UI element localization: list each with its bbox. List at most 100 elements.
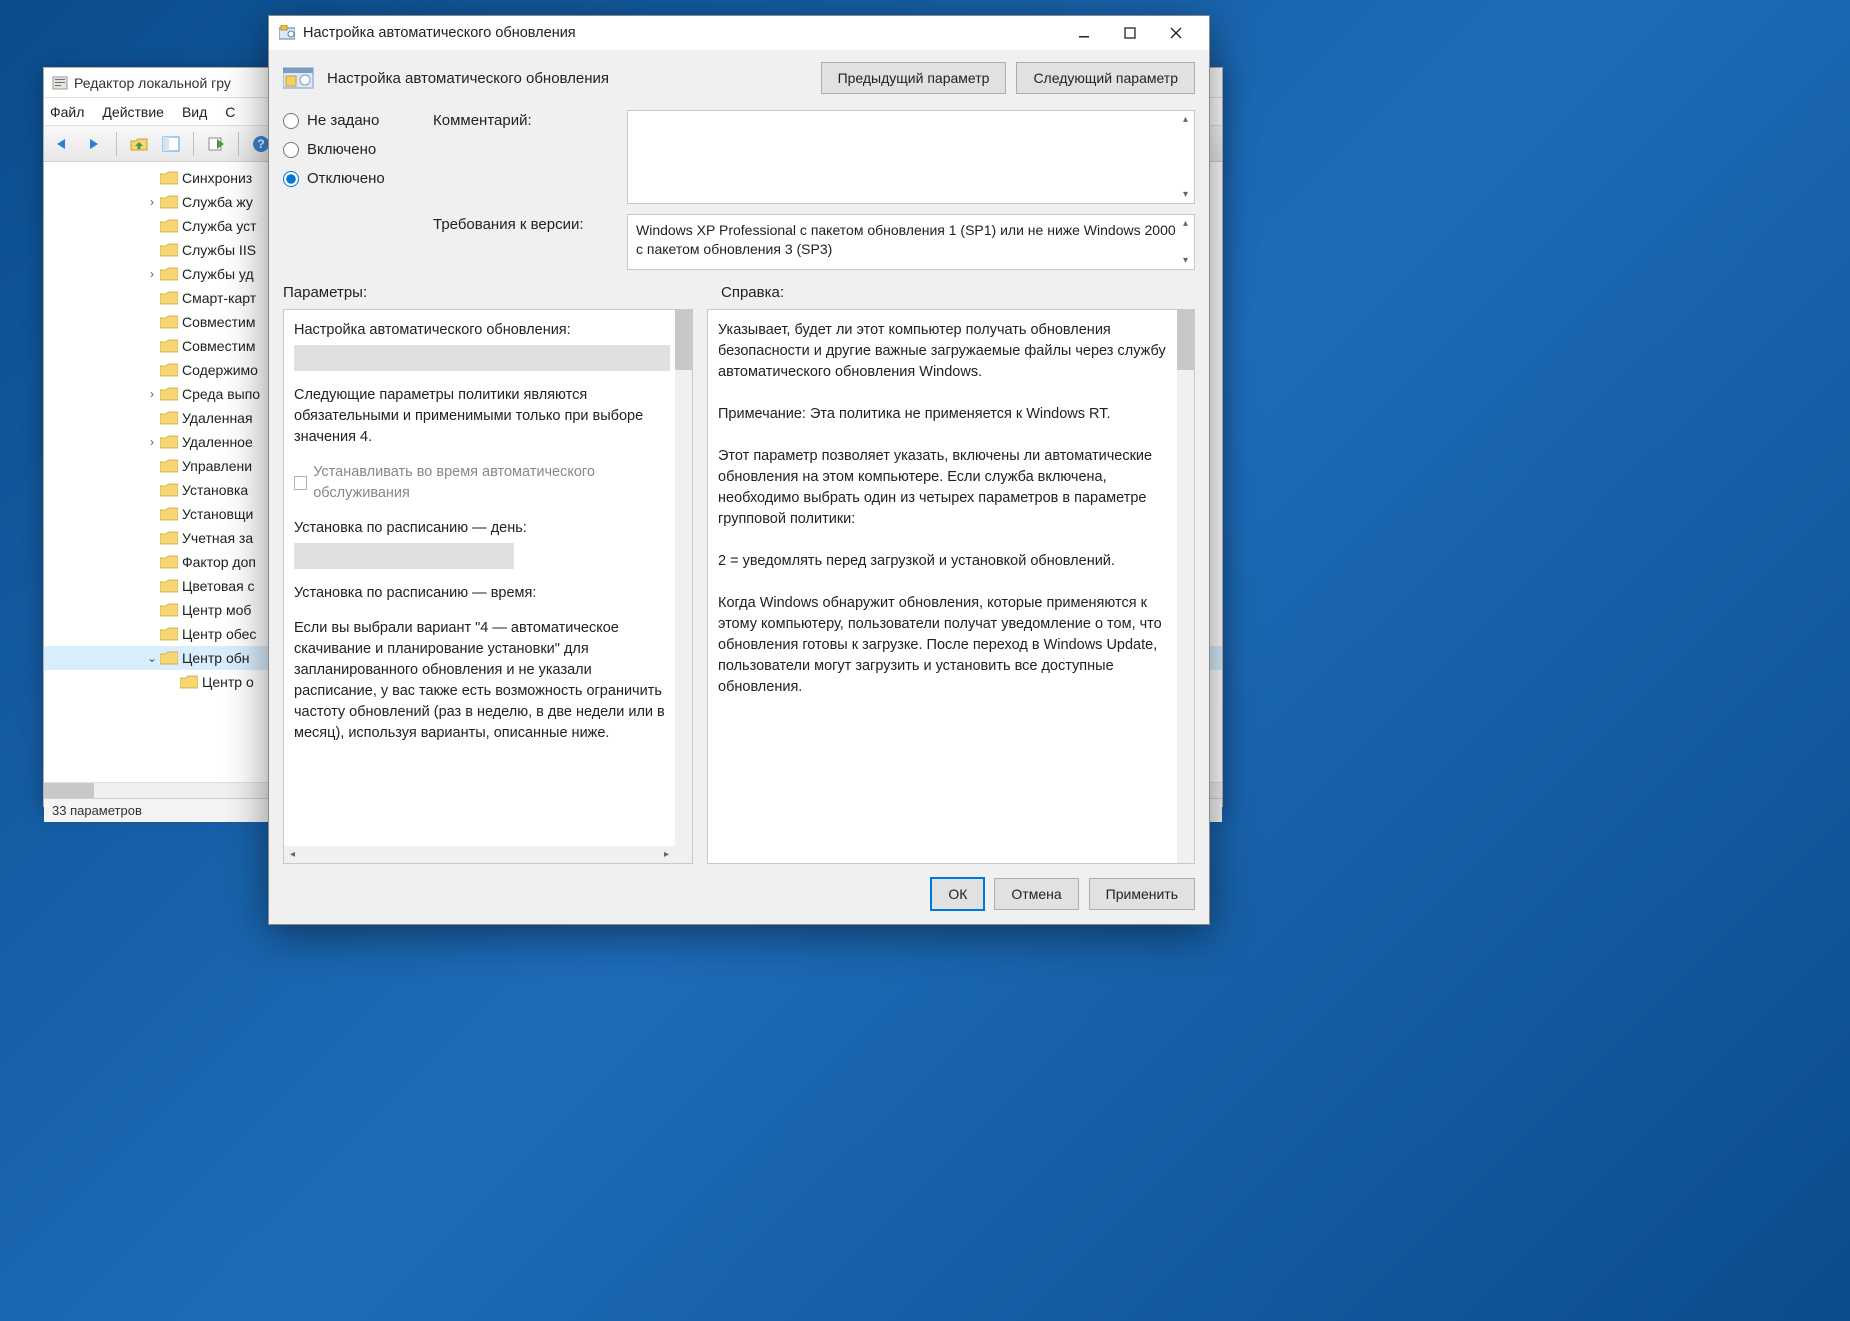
- tree-item-label: Центр обн: [182, 650, 250, 666]
- scroll-up-icon[interactable]: ▴: [1177, 215, 1194, 232]
- panes: Настройка автоматического обновления: Сл…: [269, 301, 1209, 864]
- tree-item-label: Синхрониз: [182, 170, 252, 186]
- tree-item-label: Центр обес: [182, 626, 256, 642]
- radio-not-configured[interactable]: Не задано: [283, 112, 413, 129]
- folder-icon: [160, 171, 178, 185]
- folder-icon: [160, 579, 178, 593]
- tree-item-label: Фактор доп: [182, 554, 256, 570]
- menu-action[interactable]: Действие: [102, 104, 164, 120]
- tree-item-label: Совместим: [182, 314, 255, 330]
- opt-maintenance-checkbox[interactable]: Устанавливать во время автоматического о…: [294, 462, 670, 504]
- scroll-down-icon[interactable]: ▾: [1177, 186, 1194, 203]
- folder-icon: [160, 267, 178, 281]
- checkbox-icon: [294, 476, 307, 490]
- options-content: Настройка автоматического обновления: Сл…: [284, 310, 692, 863]
- prev-setting-button[interactable]: Предыдущий параметр: [821, 62, 1007, 94]
- radio-disabled[interactable]: Отключено: [283, 170, 413, 187]
- folder-icon: [160, 363, 178, 377]
- header-policy-icon: [283, 66, 315, 90]
- menu-file[interactable]: Файл: [50, 104, 84, 120]
- tree-item-label: Цветовая с: [182, 578, 255, 594]
- state-radios: Не задано Включено Отключено: [283, 110, 413, 270]
- requirements-text: Windows XP Professional с пакетом обновл…: [636, 222, 1176, 257]
- options-h-scrollbar[interactable]: ◂ ▸: [284, 846, 675, 863]
- opt-note: Следующие параметры политики являются об…: [294, 385, 670, 448]
- help-p: Примечание: Эта политика не применяется …: [718, 404, 1172, 425]
- opt-configure-select[interactable]: [294, 345, 670, 371]
- tree-item-label: Совместим: [182, 338, 255, 354]
- tree-item-label: Установка: [182, 482, 248, 498]
- expand-icon[interactable]: ⌄: [144, 651, 160, 665]
- scroll-down-icon[interactable]: ▾: [1177, 252, 1194, 269]
- svg-text:?: ?: [257, 137, 264, 151]
- tree-item-label: Служба уст: [182, 218, 257, 234]
- comment-label: Комментарий:: [433, 110, 613, 129]
- folder-icon: [160, 387, 178, 401]
- options-v-scrollbar[interactable]: [675, 310, 692, 846]
- folder-icon: [160, 627, 178, 641]
- comment-field[interactable]: ▴ ▾: [627, 110, 1195, 204]
- tree-item-label: Службы уд: [182, 266, 254, 282]
- tree-item-label: Установщи: [182, 506, 253, 522]
- maximize-icon[interactable]: [1107, 18, 1153, 48]
- folder-icon: [160, 531, 178, 545]
- folder-icon: [180, 675, 198, 689]
- next-setting-button[interactable]: Следующий параметр: [1016, 62, 1195, 94]
- folder-icon: [160, 555, 178, 569]
- gpedit-title: Редактор локальной гру: [74, 75, 231, 91]
- help-p: Этот параметр позволяет указать, включен…: [718, 446, 1172, 530]
- menu-view[interactable]: Вид: [182, 104, 207, 120]
- help-content: Указывает, будет ли этот компьютер получ…: [708, 310, 1194, 863]
- expand-icon[interactable]: ›: [144, 267, 160, 281]
- policy-icon: [279, 25, 295, 41]
- header-title: Настройка автоматического обновления: [327, 70, 609, 87]
- tree-item-label: Удаленная: [182, 410, 253, 426]
- cancel-button[interactable]: Отмена: [994, 878, 1078, 910]
- folder-icon: [160, 435, 178, 449]
- ok-button[interactable]: ОК: [931, 878, 984, 910]
- dialog-header: Настройка автоматического обновления Пре…: [269, 50, 1209, 106]
- close-icon[interactable]: [1153, 18, 1199, 48]
- pane-labels: Параметры: Справка:: [269, 284, 1209, 301]
- gpedit-icon: [52, 75, 68, 91]
- nav-back-icon[interactable]: [48, 130, 76, 158]
- scroll-left-icon[interactable]: ◂: [284, 849, 301, 860]
- help-v-scrollbar[interactable]: [1177, 310, 1194, 863]
- opt-time-label: Установка по расписанию — время:: [294, 583, 670, 604]
- opt-tail-text: Если вы выбрали вариант "4 — автоматичес…: [294, 618, 670, 744]
- folder-icon: [160, 243, 178, 257]
- help-p: Когда Windows обнаружит обновления, кото…: [718, 593, 1172, 698]
- menu-help[interactable]: С: [225, 104, 235, 120]
- minimize-icon[interactable]: [1061, 18, 1107, 48]
- export-list-icon[interactable]: [202, 130, 230, 158]
- dialog-footer: ОК Отмена Применить: [269, 864, 1209, 924]
- tree-item-label: Центр о: [202, 674, 254, 690]
- expand-icon[interactable]: ›: [144, 387, 160, 401]
- policy-dialog: Настройка автоматического обновления Нас…: [268, 15, 1210, 925]
- folder-icon: [160, 339, 178, 353]
- tree-item-label: Центр моб: [182, 602, 251, 618]
- status-text: 33 параметров: [52, 803, 142, 818]
- opt-configure-label: Настройка автоматического обновления:: [294, 320, 670, 341]
- expand-icon[interactable]: ›: [144, 435, 160, 449]
- folder-icon: [160, 483, 178, 497]
- nav-forward-icon[interactable]: [80, 130, 108, 158]
- folder-icon: [160, 459, 178, 473]
- expand-icon[interactable]: ›: [144, 195, 160, 209]
- show-tree-icon[interactable]: [157, 130, 185, 158]
- scroll-up-icon[interactable]: ▴: [1177, 111, 1194, 128]
- tree-item-label: Учетная за: [182, 530, 253, 546]
- help-p: Указывает, будет ли этот компьютер получ…: [718, 320, 1172, 383]
- folder-up-icon[interactable]: [125, 130, 153, 158]
- requirements-field: Windows XP Professional с пакетом обновл…: [627, 214, 1195, 270]
- radio-enabled[interactable]: Включено: [283, 141, 413, 158]
- tree-item-label: Среда выпо: [182, 386, 260, 402]
- options-label: Параметры:: [283, 284, 693, 301]
- opt-day-label: Установка по расписанию — день:: [294, 518, 670, 539]
- help-label: Справка:: [721, 284, 784, 301]
- options-pane: Настройка автоматического обновления: Сл…: [283, 309, 693, 864]
- apply-button[interactable]: Применить: [1089, 878, 1195, 910]
- dialog-titlebar[interactable]: Настройка автоматического обновления: [269, 16, 1209, 50]
- scroll-right-icon[interactable]: ▸: [658, 849, 675, 860]
- opt-day-select[interactable]: [294, 543, 514, 569]
